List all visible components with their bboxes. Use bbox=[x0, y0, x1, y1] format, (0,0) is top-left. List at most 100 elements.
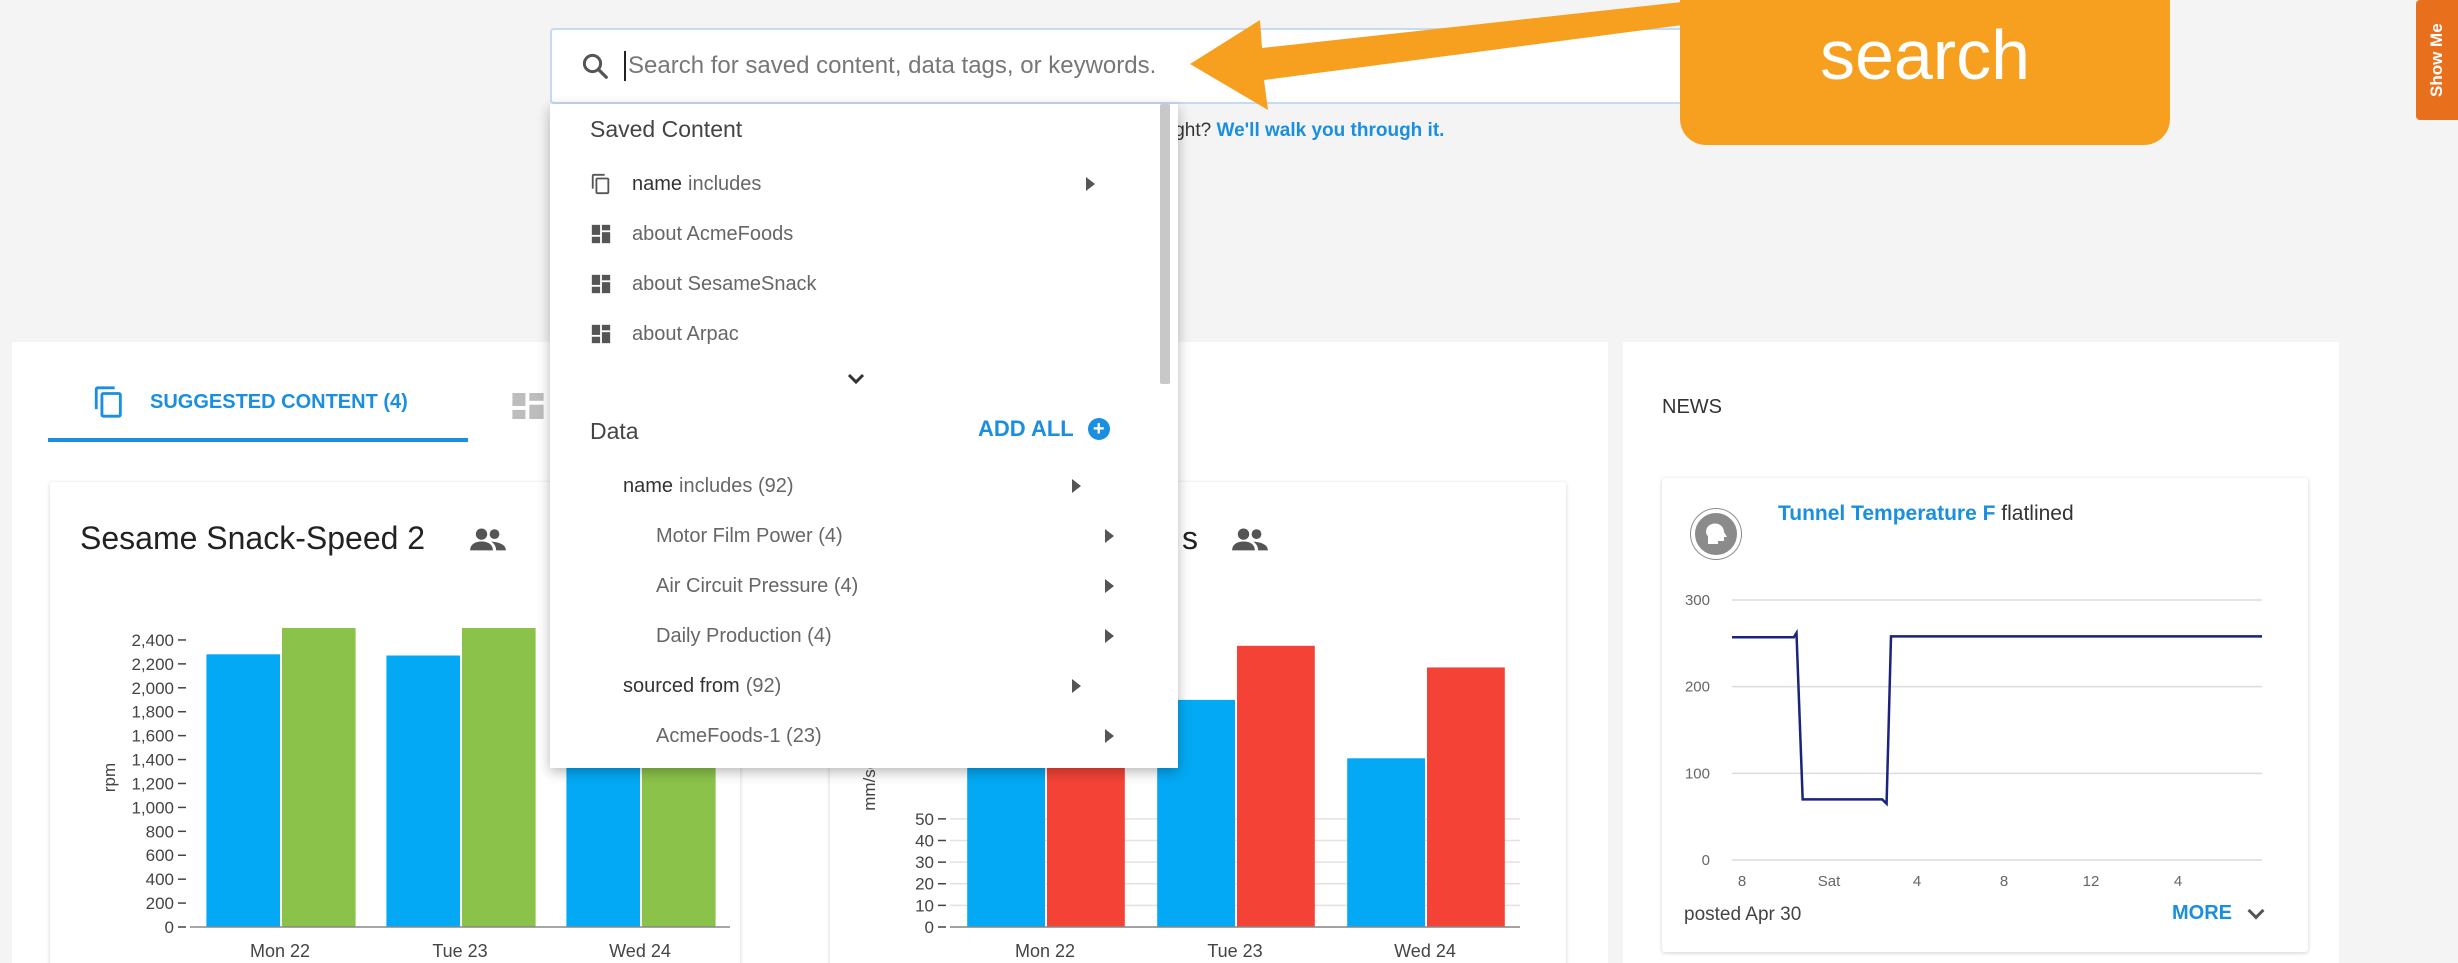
news-event-text: flatlined bbox=[2001, 502, 2074, 525]
dropdown-scrollbar[interactable] bbox=[1160, 104, 1170, 384]
item-label: includes bbox=[688, 172, 762, 195]
data-heading: Data bbox=[590, 418, 639, 444]
submenu-arrow-icon bbox=[1105, 629, 1114, 643]
search-input[interactable]: Search for saved content, data tags, or … bbox=[628, 52, 1156, 80]
chevron-down-icon bbox=[2247, 902, 2265, 919]
card-title-text: s bbox=[1182, 520, 1198, 556]
bar bbox=[282, 628, 356, 927]
submenu-arrow-icon bbox=[1105, 529, 1114, 543]
submenu-arrow-icon bbox=[1072, 679, 1081, 693]
news-title: Tunnel Temperature F flatlined bbox=[1778, 502, 2074, 526]
y-tick-label: 0 bbox=[925, 918, 934, 937]
posted-date: posted Apr 30 bbox=[1684, 904, 1802, 925]
saved-content-item[interactable]: about AcmeFoods bbox=[590, 214, 1150, 254]
text-caret bbox=[624, 51, 626, 81]
data-group-name[interactable]: name includes (92) bbox=[623, 466, 1153, 506]
y-tick-label: 2,400 bbox=[131, 631, 174, 650]
data-tag-item[interactable]: AcmeFoods-1 (23) bbox=[656, 716, 1153, 756]
tag-label: Air Circuit Pressure (4) bbox=[656, 574, 859, 597]
saved-content-heading: Saved Content bbox=[590, 116, 743, 142]
item-label: about Arpac bbox=[632, 322, 739, 345]
data-tag-item[interactable]: Motor Film Power (4) bbox=[656, 516, 1153, 556]
x-tick-label: Wed 24 bbox=[1394, 941, 1456, 961]
item-label: about AcmeFoods bbox=[632, 222, 794, 245]
y-tick-label: 600 bbox=[146, 846, 174, 865]
add-all-button[interactable]: ADD ALL + bbox=[978, 416, 1110, 442]
submenu-arrow-icon bbox=[1072, 479, 1081, 493]
y-tick-label: 200 bbox=[146, 894, 174, 913]
data-tag-item[interactable]: Daily Production (4) bbox=[656, 616, 1153, 656]
submenu-arrow-icon bbox=[1105, 579, 1114, 593]
y-axis-label: rpm bbox=[100, 763, 119, 792]
y-tick-label: 0 bbox=[1702, 852, 1710, 869]
callout-text: search bbox=[1819, 16, 2031, 94]
y-tick-label: 2,000 bbox=[131, 679, 174, 698]
tag-label: Motor Film Power (4) bbox=[656, 524, 843, 547]
help-line: ight? We'll walk you through it. bbox=[1170, 120, 1444, 142]
search-dropdown[interactable]: Saved Content name includes about AcmeFo… bbox=[550, 104, 1178, 768]
x-tick-label: 8 bbox=[2000, 873, 2008, 890]
search-callout: search bbox=[1680, 0, 2170, 145]
y-tick-label: 50 bbox=[915, 810, 934, 829]
avatar bbox=[1690, 508, 1742, 560]
y-tick-label: 1,000 bbox=[131, 798, 174, 817]
walkthrough-link[interactable]: We'll walk you through it. bbox=[1216, 120, 1444, 141]
group-label: includes (92) bbox=[679, 474, 794, 497]
search-icon bbox=[582, 53, 608, 79]
submenu-arrow-icon bbox=[1105, 729, 1114, 743]
data-tag-item[interactable]: Air Circuit Pressure (4) bbox=[656, 566, 1153, 606]
saved-content-item[interactable]: name includes bbox=[590, 164, 1150, 204]
x-tick-label: Tue 23 bbox=[1207, 941, 1262, 961]
x-tick-label: Sat bbox=[1818, 873, 1841, 890]
x-tick-label: Mon 22 bbox=[250, 941, 310, 961]
show-me-tab[interactable]: Show Me bbox=[2416, 0, 2458, 120]
bar bbox=[462, 628, 536, 927]
saved-content-item[interactable]: about Arpac bbox=[590, 314, 1150, 354]
news-tag-link[interactable]: Tunnel Temperature F bbox=[1778, 502, 1995, 525]
data-group-source[interactable]: sourced from (92) bbox=[623, 666, 1153, 706]
group-keyword: name bbox=[623, 474, 674, 497]
dashboard-icon[interactable] bbox=[512, 393, 544, 419]
x-tick-label: 8 bbox=[1738, 873, 1746, 890]
y-tick-label: 300 bbox=[1685, 592, 1710, 609]
x-tick-label: 4 bbox=[1913, 873, 1921, 890]
content-copy-icon bbox=[94, 386, 122, 418]
x-tick-label: 12 bbox=[2083, 873, 2100, 890]
bar bbox=[386, 655, 460, 927]
add-circle-icon: + bbox=[1087, 418, 1110, 440]
bar bbox=[1047, 743, 1125, 927]
group-label: (92) bbox=[745, 674, 782, 697]
news-heading: NEWS bbox=[1662, 396, 1722, 418]
group-icon bbox=[1232, 528, 1268, 551]
temperature-line-chart: 0 100 200 300 8 Sat 4 8 12 4 bbox=[1685, 592, 2262, 890]
y-tick-label: 1,200 bbox=[131, 774, 174, 793]
item-label: about SesameSnack bbox=[632, 272, 817, 295]
item-keyword: name bbox=[632, 172, 683, 195]
chevron-down-icon[interactable] bbox=[846, 372, 866, 386]
tab-suggested-content[interactable]: SUGGESTED CONTENT (4) bbox=[92, 384, 408, 420]
y-tick-label: 10 bbox=[915, 896, 934, 915]
y-tick-label: 20 bbox=[915, 875, 934, 894]
submenu-arrow-icon bbox=[1086, 177, 1095, 191]
y-tick-label: 40 bbox=[915, 831, 934, 850]
group-icon bbox=[470, 528, 506, 551]
bar bbox=[1427, 667, 1505, 927]
dashboard-icon bbox=[591, 274, 611, 294]
tag-label: Daily Production (4) bbox=[656, 624, 832, 647]
search-bar[interactable]: Search for saved content, data tags, or … bbox=[550, 28, 1800, 104]
tag-label: AcmeFoods-1 (23) bbox=[656, 724, 822, 747]
more-button[interactable]: MORE bbox=[2172, 902, 2265, 925]
bar bbox=[1237, 645, 1315, 927]
x-tick-label: Mon 22 bbox=[1015, 941, 1075, 961]
head-icon bbox=[1691, 509, 1741, 559]
y-tick-label: 200 bbox=[1685, 679, 1710, 696]
y-tick-label: 1,600 bbox=[131, 727, 174, 746]
y-tick-label: 2,200 bbox=[131, 655, 174, 674]
bar bbox=[206, 654, 280, 927]
bar bbox=[967, 753, 1045, 927]
y-tick-label: 1,800 bbox=[131, 703, 174, 722]
saved-content-item[interactable]: about SesameSnack bbox=[590, 264, 1150, 304]
show-me-label: Show Me bbox=[2427, 23, 2446, 97]
series-line bbox=[1732, 628, 2262, 807]
dashboard-icon bbox=[591, 224, 611, 244]
